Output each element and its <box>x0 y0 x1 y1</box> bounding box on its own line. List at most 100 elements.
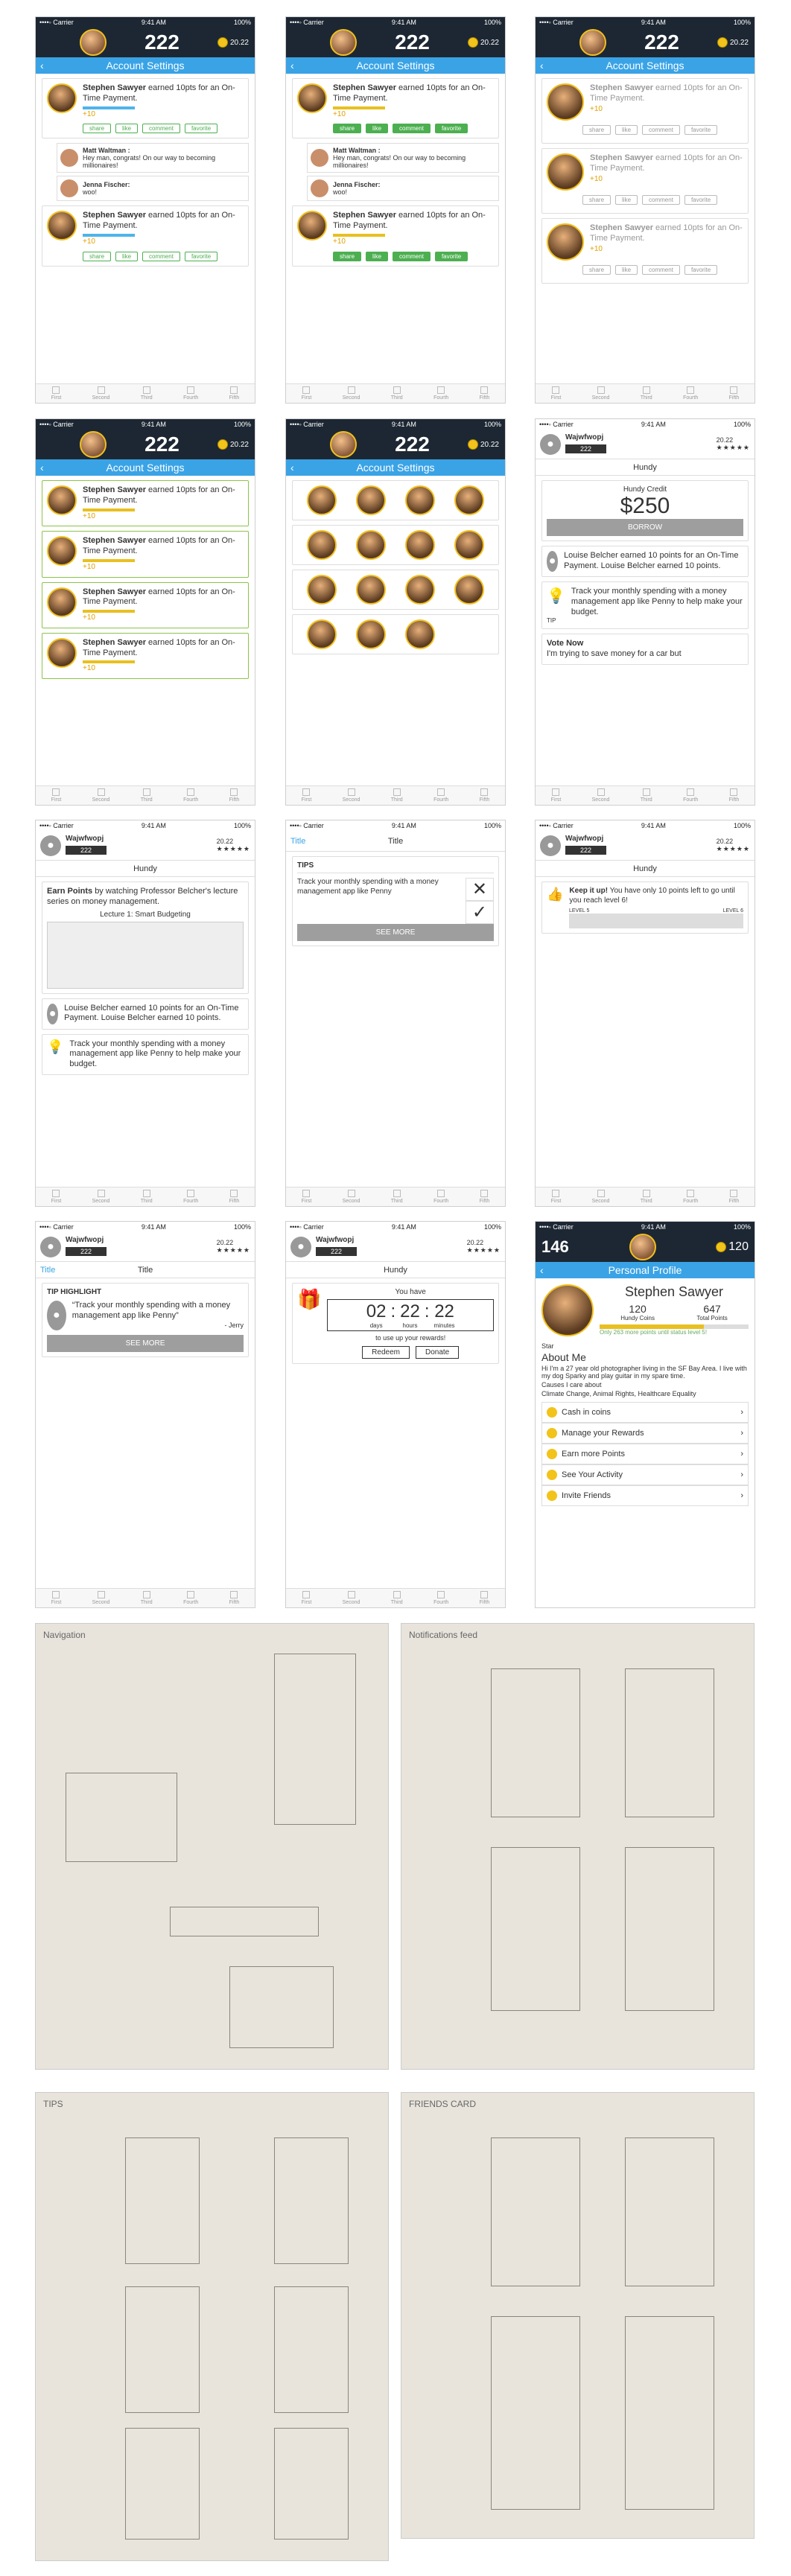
tab-fifth[interactable]: Fifth <box>480 788 489 803</box>
like-button[interactable]: like <box>366 124 389 134</box>
menu-cash-in[interactable]: Cash in coins › <box>541 1402 749 1423</box>
tab-first[interactable]: First <box>302 1190 311 1204</box>
favorite-button[interactable]: favorite <box>684 195 718 205</box>
borrow-button[interactable]: BORROW <box>547 519 743 536</box>
tab-fifth[interactable]: Fifth <box>229 386 239 401</box>
feed-card[interactable]: Stephen Sawyer earned 10pts for an On-Ti… <box>42 531 249 578</box>
see-more-button[interactable]: SEE MORE <box>297 924 494 941</box>
back-link[interactable]: Title <box>40 1266 55 1275</box>
tab-fourth[interactable]: Fourth <box>183 1190 198 1204</box>
favorite-button[interactable]: favorite <box>684 265 718 275</box>
avatar[interactable] <box>356 619 386 649</box>
tab-second[interactable]: Second <box>343 1190 360 1204</box>
tab-first[interactable]: First <box>551 1190 561 1204</box>
tab-second[interactable]: Second <box>343 788 360 803</box>
menu-rewards[interactable]: Manage your Rewards › <box>541 1423 749 1444</box>
like-button[interactable]: like <box>615 125 638 135</box>
tab-first[interactable]: First <box>302 1591 311 1605</box>
like-button[interactable]: like <box>115 124 139 134</box>
tab-third[interactable]: Third <box>141 1591 153 1605</box>
comment-button[interactable]: comment <box>142 124 180 134</box>
like-button[interactable]: like <box>366 251 389 261</box>
tip-card[interactable]: 💡 Track your monthly spending with a mone… <box>42 1033 249 1075</box>
avatar[interactable] <box>405 575 435 605</box>
tab-first[interactable]: First <box>302 386 311 401</box>
tab-fifth[interactable]: Fifth <box>480 1190 489 1204</box>
avatar[interactable] <box>307 530 337 560</box>
comment-button[interactable]: comment <box>393 251 431 261</box>
tab-first[interactable]: First <box>551 386 561 401</box>
share-button[interactable]: share <box>582 265 611 275</box>
tab-second[interactable]: Second <box>343 1591 360 1605</box>
tab-fourth[interactable]: Fourth <box>683 788 698 803</box>
feed-card[interactable]: ● Louise Belcher earned 10 points for an … <box>541 546 749 577</box>
share-button[interactable]: share <box>83 251 112 261</box>
level-card[interactable]: 👍 Keep it up! You have only 10 points lef… <box>541 881 749 934</box>
tab-third[interactable]: Third <box>391 1591 403 1605</box>
avatar[interactable] <box>405 485 435 515</box>
tab-fourth[interactable]: Fourth <box>433 788 448 803</box>
tab-fourth[interactable]: Fourth <box>433 1591 448 1605</box>
feed-card[interactable]: Stephen Sawyer earned 10pts for an On-Ti… <box>541 78 749 144</box>
avatar[interactable] <box>356 485 386 515</box>
tab-fifth[interactable]: Fifth <box>229 1591 239 1605</box>
avatar[interactable] <box>330 431 358 458</box>
feed-card[interactable]: Stephen Sawyer earned 10pts for an On-Ti… <box>42 581 249 628</box>
back-icon[interactable]: ‹ <box>290 60 294 71</box>
tip-card[interactable]: 💡 Track your monthly spending with a mone… <box>541 581 749 630</box>
back-icon[interactable]: ‹ <box>290 462 294 474</box>
tab-second[interactable]: Second <box>92 1190 109 1204</box>
tab-second[interactable]: Second <box>92 788 109 803</box>
avatar[interactable] <box>629 1234 656 1260</box>
menu-invite[interactable]: Invite Friends › <box>541 1485 749 1506</box>
vote-card[interactable]: Vote Now I'm trying to save money for a c… <box>541 634 749 665</box>
tab-fifth[interactable]: Fifth <box>729 386 739 401</box>
tab-second[interactable]: Second <box>592 386 609 401</box>
feed-card[interactable]: Stephen Sawyer earned 10pts for an On-Ti… <box>42 632 249 679</box>
avatar[interactable] <box>356 575 386 605</box>
back-icon[interactable]: ‹ <box>40 462 44 474</box>
tab-first[interactable]: First <box>551 788 561 803</box>
like-button[interactable]: like <box>615 195 638 205</box>
feed-card[interactable]: ● Louise Belcher earned 10 points for an … <box>42 998 249 1030</box>
back-icon[interactable]: ‹ <box>540 60 544 71</box>
tab-fourth[interactable]: Fourth <box>183 1591 198 1605</box>
avatar[interactable] <box>307 619 337 649</box>
tab-third[interactable]: Third <box>641 788 652 803</box>
share-button[interactable]: share <box>333 124 362 134</box>
tab-fourth[interactable]: Fourth <box>683 386 698 401</box>
tab-fourth[interactable]: Fourth <box>683 1190 698 1204</box>
tab-fifth[interactable]: Fifth <box>480 386 489 401</box>
tab-second[interactable]: Second <box>592 788 609 803</box>
avatar[interactable] <box>307 575 337 605</box>
tab-fourth[interactable]: Fourth <box>433 386 448 401</box>
tab-third[interactable]: Third <box>641 386 652 401</box>
tab-fifth[interactable]: Fifth <box>480 1591 489 1605</box>
avatar[interactable] <box>405 619 435 649</box>
back-icon[interactable]: ‹ <box>540 1264 544 1276</box>
favorite-button[interactable]: favorite <box>184 124 218 134</box>
tab-first[interactable]: First <box>51 788 61 803</box>
tab-second[interactable]: Second <box>343 386 360 401</box>
tab-second[interactable]: Second <box>592 1190 609 1204</box>
comment-button[interactable]: comment <box>142 251 180 261</box>
tab-third[interactable]: Third <box>141 788 153 803</box>
favorite-button[interactable]: favorite <box>434 251 468 261</box>
tab-fifth[interactable]: Fifth <box>729 788 739 803</box>
avatar[interactable] <box>579 29 607 56</box>
share-button[interactable]: share <box>582 125 611 135</box>
redeem-button[interactable]: Redeem <box>362 1346 410 1359</box>
user-avatar-icon[interactable]: ● <box>540 835 561 856</box>
avatar[interactable] <box>80 431 107 458</box>
avatar[interactable] <box>454 530 484 560</box>
feed-card[interactable]: Stephen Sawyer earned 10pts for an On-Ti… <box>541 148 749 214</box>
avatar[interactable] <box>307 485 337 515</box>
tab-first[interactable]: First <box>51 1591 61 1605</box>
tab-third[interactable]: Third <box>391 788 403 803</box>
back-link[interactable]: Title <box>290 837 305 846</box>
user-avatar-icon[interactable]: ● <box>40 835 61 856</box>
comment-button[interactable]: comment <box>642 195 680 205</box>
share-button[interactable]: share <box>83 124 112 134</box>
comment-button[interactable]: comment <box>642 125 680 135</box>
tab-fourth[interactable]: Fourth <box>183 386 198 401</box>
